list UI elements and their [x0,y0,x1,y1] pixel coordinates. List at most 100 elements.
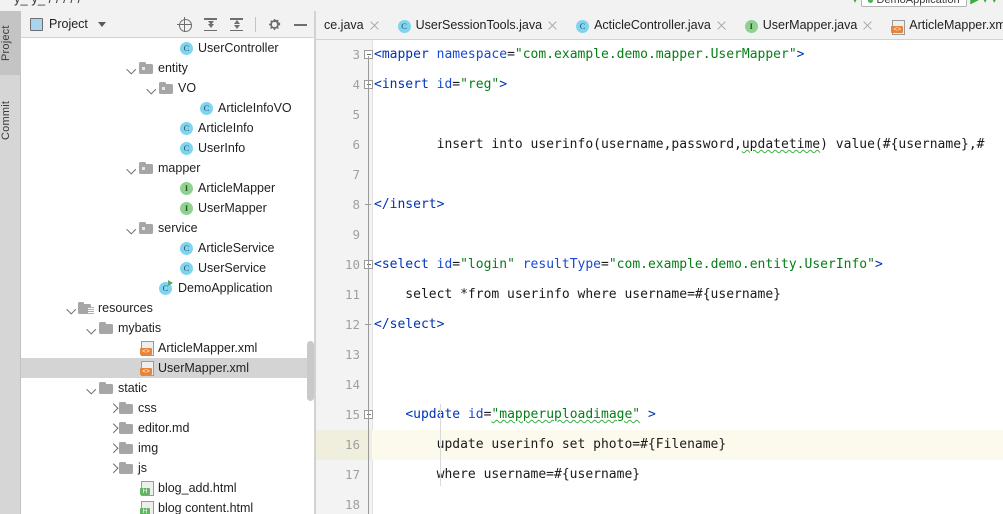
tree-item-label: UserService [198,261,267,275]
tree-item[interactable]: DemoApplication [21,278,316,298]
tree-item[interactable]: static [21,378,316,398]
tree-item[interactable]: ArticleMapper [21,178,316,198]
folder-plain-icon [118,398,135,418]
tree-item[interactable]: img [21,438,316,458]
code-line[interactable]: 8 </insert> [316,190,1003,220]
interface-icon [178,178,195,198]
tree-item[interactable]: UserMapper.xml [21,358,316,378]
sidebar-item-commit[interactable]: Commit [0,89,21,151]
sidebar-item-project[interactable]: Project [0,11,21,75]
editor-tab[interactable]: ActicleController.java [566,11,735,39]
chevron-right-icon[interactable] [107,398,118,418]
code-line[interactable]: 5 [316,100,1003,130]
chevron-down-icon[interactable] [127,218,138,238]
code-text: <select id="login" resultType="com.examp… [374,257,883,272]
chevron-down-icon[interactable] [127,158,138,178]
hide-tool-window-icon[interactable] [293,17,308,32]
editor-tab-label: UserSessionTools.java [415,18,543,32]
run-button-icon[interactable]: ▶ [970,0,978,6]
settings-gear-icon[interactable] [267,17,282,32]
chevron-down-icon[interactable] [127,58,138,78]
tree-item[interactable]: blog_add.html [21,478,316,498]
line-number: 7 [316,160,372,190]
editor-tab-label: ArticleMapper.xml [909,18,1003,32]
close-icon[interactable] [716,20,727,31]
tree-item-label: mapper [158,161,201,175]
chevron-down-icon[interactable] [67,298,78,318]
chevron-down-icon[interactable] [97,21,106,27]
tree-item[interactable]: blog content.html [21,498,316,514]
xml-file-icon [138,358,155,378]
chevron-down-icon[interactable] [87,378,98,398]
code-line[interactable]: 6 insert into userinfo(username,password… [316,130,1003,160]
tree-item[interactable]: ArticleService [21,238,316,258]
code-line[interactable]: 16 update userinfo set photo=#{Filename} [316,430,1003,460]
tree-item[interactable]: editor.md [21,418,316,438]
code-line[interactable]: 17 where username=#{username} [316,460,1003,490]
run-configuration-selector[interactable]: DemoApplication [861,0,967,8]
editor-tab[interactable]: UserMapper.java [735,11,882,39]
select-opened-file-icon[interactable] [177,17,192,32]
code-line[interactable]: 15 <update id="mapperuploadimage" > [316,400,1003,430]
code-line[interactable]: 3 <mapper namespace="com.example.demo.map… [316,40,1003,70]
more-run-icon[interactable]: ▾ [991,0,997,6]
project-tree-scrollbar[interactable] [307,341,314,401]
collapse-all-icon[interactable] [229,17,244,32]
project-tree[interactable]: UserController entity VO ArticleInfoVO Artic… [21,38,316,514]
code-line[interactable]: 4 <insert id="reg"> [316,70,1003,100]
editor-tab-bar[interactable]: ce.java UserSessionTools.java ActicleContr… [316,11,1003,40]
tree-item[interactable]: UserInfo [21,138,316,158]
chevron-down-icon[interactable] [147,78,158,98]
code-line[interactable]: 7 [316,160,1003,190]
code-text: <mapper namespace="com.example.demo.mapp… [374,47,805,62]
tree-item[interactable]: VO [21,78,316,98]
run-config-dropdown-icon[interactable]: ▾ [852,0,858,6]
tree-item[interactable]: ArticleMapper.xml [21,338,316,358]
debug-button-icon[interactable]: ▾ [982,0,988,6]
code-lines[interactable]: 3 <mapper namespace="com.example.demo.map… [316,40,1003,514]
chevron-right-icon[interactable] [107,418,118,438]
tree-item[interactable]: service [21,218,316,238]
tree-item[interactable]: resources [21,298,316,318]
expand-all-icon[interactable] [203,17,218,32]
code-line[interactable]: 9 [316,220,1003,250]
chevron-right-icon[interactable] [107,458,118,478]
code-text: update userinfo set photo=#{Filename} [374,437,727,452]
tree-item[interactable]: mybatis [21,318,316,338]
tree-item[interactable]: js [21,458,316,478]
editor-tab[interactable]: ArticleMapper.xml [881,11,1003,39]
tree-item[interactable]: ArticleInfo [21,118,316,138]
tree-item[interactable]: UserMapper [21,198,316,218]
project-tool-window-header: Project [21,11,316,38]
line-number: 11 [316,280,372,310]
code-line[interactable]: 13 [316,340,1003,370]
tree-item-label: ArticleMapper.xml [158,341,258,355]
code-line[interactable]: 14 [316,370,1003,400]
editor-tab[interactable]: UserSessionTools.java [388,11,566,39]
editor-tab[interactable]: ce.java [316,11,388,39]
tree-item-label: blog content.html [158,501,254,514]
close-icon[interactable] [862,20,873,31]
code-line[interactable]: 12 </select> [316,310,1003,340]
code-line[interactable]: 11 select *from userinfo where username=… [316,280,1003,310]
tree-item-label: ArticleService [198,241,275,255]
chevron-right-icon[interactable] [107,438,118,458]
code-line[interactable]: 18 [316,490,1003,514]
html-file-icon [138,478,155,498]
tree-item[interactable]: entity [21,58,316,78]
code-pane[interactable]: 3 <mapper namespace="com.example.demo.map… [316,40,1003,514]
tree-item-label: UserInfo [198,141,246,155]
tree-item[interactable]: css [21,398,316,418]
folder-plain-icon [118,418,135,438]
breadcrumb: y_ y_ / / / / / [14,0,81,6]
tree-item[interactable]: UserService [21,258,316,278]
code-line[interactable]: 10 <select id="login" resultType="com.exa… [316,250,1003,280]
tree-item[interactable]: UserController [21,38,316,58]
tree-item[interactable]: ArticleInfoVO [21,98,316,118]
close-icon[interactable] [547,20,558,31]
chevron-down-icon[interactable] [87,318,98,338]
close-icon[interactable] [369,20,380,31]
tree-item[interactable]: mapper [21,158,316,178]
